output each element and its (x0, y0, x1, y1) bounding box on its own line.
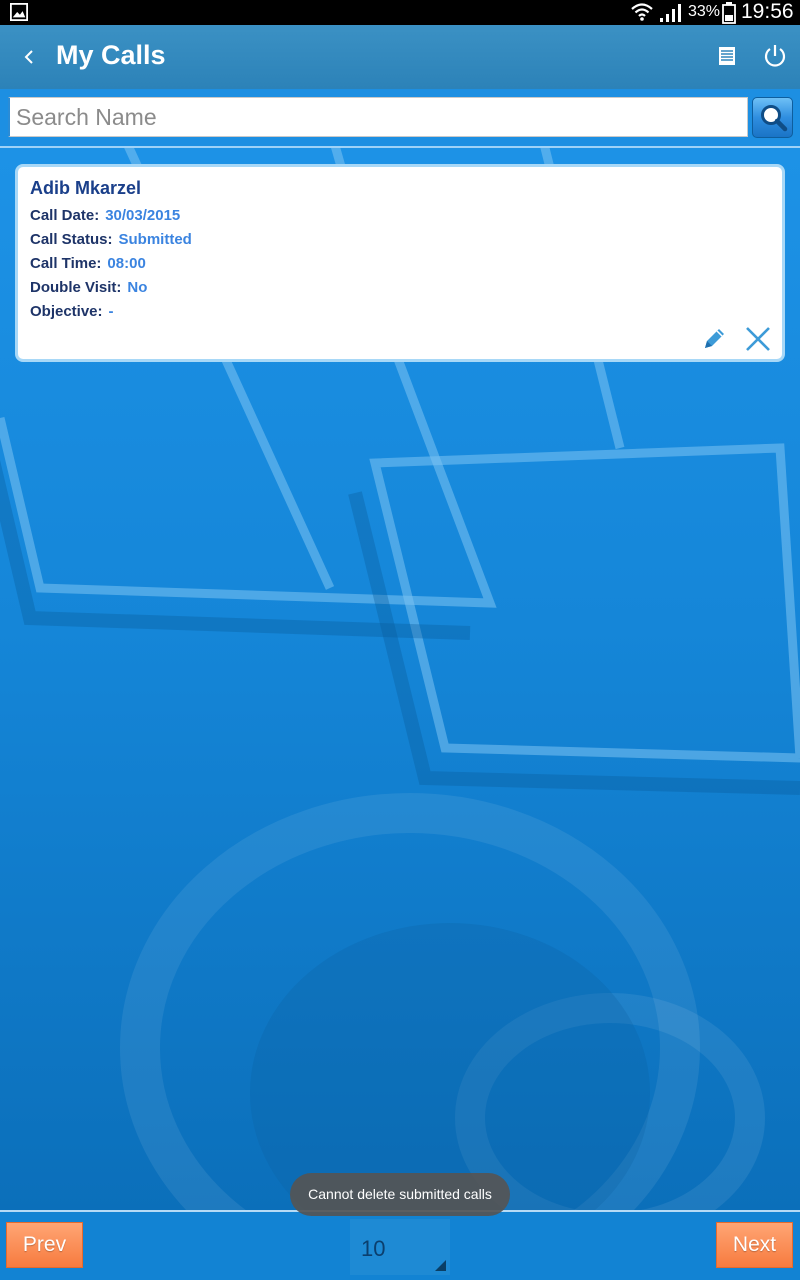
call-status-row: Call Status: Submitted (30, 231, 192, 248)
status-bar: 33% 19:56 (0, 0, 800, 25)
double-visit-label: Double Visit: (30, 279, 122, 296)
call-time-row: Call Time: 08:00 (30, 255, 146, 272)
app-bar: My Calls (0, 25, 800, 89)
prev-button[interactable]: Prev (6, 1222, 83, 1268)
gallery-notification-icon (10, 3, 28, 21)
power-icon[interactable] (762, 42, 788, 70)
search-input[interactable] (8, 97, 748, 137)
objective-row: Objective: - (30, 303, 114, 320)
page-size-select[interactable]: 10 (350, 1219, 450, 1275)
contact-name: Adib Mkarzel (30, 178, 142, 198)
signal-icon (660, 4, 681, 22)
call-card[interactable]: Adib Mkarzel Call Date: 30/03/2015 Call S… (15, 164, 785, 362)
call-status-value: Submitted (118, 231, 192, 248)
back-chevron-icon[interactable] (18, 41, 42, 73)
edit-pencil-icon[interactable] (700, 325, 728, 353)
page-title: My Calls (56, 40, 166, 70)
double-visit-value: No (127, 279, 148, 296)
next-button[interactable]: Next (716, 1222, 793, 1268)
delete-x-icon[interactable] (745, 326, 771, 352)
call-date-row: Call Date: 30/03/2015 (30, 207, 180, 224)
call-date-label: Call Date: (30, 207, 100, 224)
call-date-value: 30/03/2015 (105, 207, 181, 224)
call-time-value: 08:00 (107, 255, 146, 272)
clock: 19:56 (741, 0, 794, 23)
search-button[interactable] (752, 97, 793, 138)
toast-message: Cannot delete submitted calls (290, 1173, 510, 1216)
objective-value: - (108, 303, 114, 320)
search-icon (761, 105, 788, 132)
call-time-label: Call Time: (30, 255, 102, 272)
wifi-icon (631, 3, 653, 21)
double-visit-row: Double Visit: No (30, 279, 147, 296)
dropdown-corner-icon (435, 1260, 446, 1271)
page-size-value: 10 (361, 1236, 386, 1261)
call-status-label: Call Status: (30, 231, 113, 248)
list-icon[interactable] (716, 45, 738, 67)
search-bar (0, 89, 800, 148)
objective-label: Objective: (30, 303, 103, 320)
battery-percent: 33% (688, 3, 721, 20)
battery-icon (722, 2, 736, 24)
